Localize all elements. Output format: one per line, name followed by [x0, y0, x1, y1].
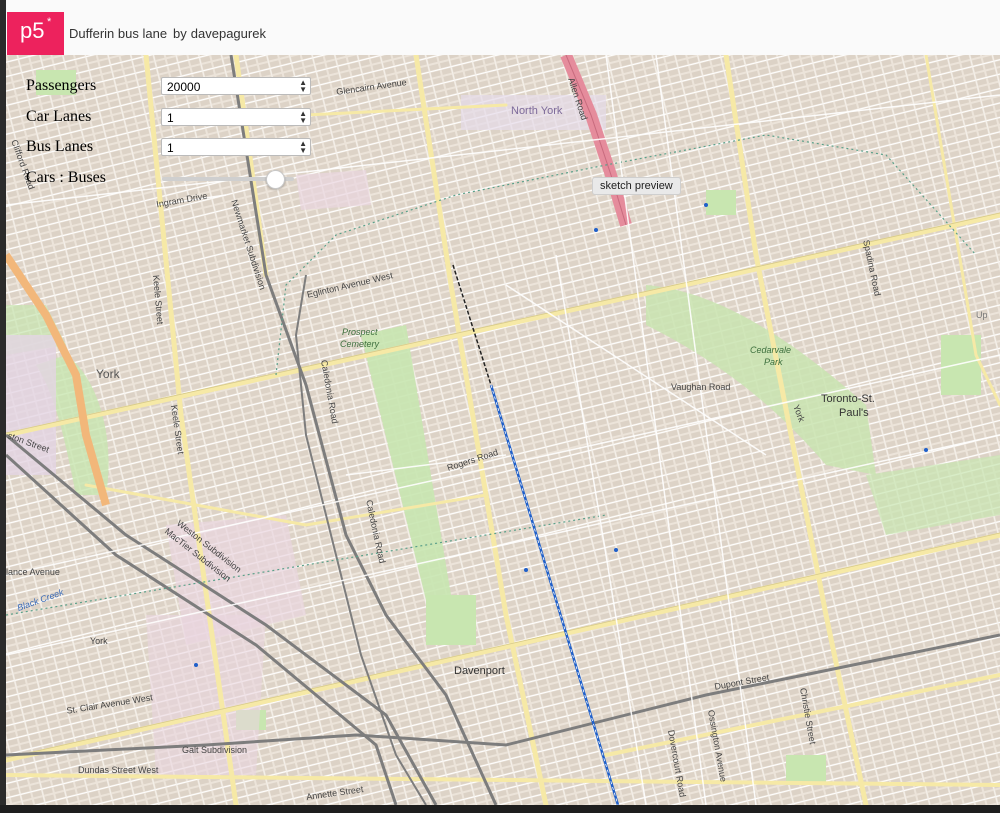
p5-editor-header: p5 * Dufferin bus lane by davepagurek — [6, 0, 1000, 56]
cars-buses-slider[interactable] — [162, 170, 294, 189]
map-label-lance-avenue: lance Avenue — [6, 567, 60, 577]
map-label-cedarvale: Cedarvale — [750, 345, 792, 355]
passengers-label: Passengers — [26, 77, 97, 94]
ratio-label: Cars : Buses — [26, 169, 106, 186]
map-label-park: Park — [764, 357, 783, 367]
bottom-terminal-strip — [0, 805, 1000, 813]
sketch-title-bar: Dufferin bus lane by davepagurek — [69, 26, 266, 41]
car-lanes-value: 1 — [167, 111, 174, 125]
passengers-input[interactable]: 20000 ▲ ▼ — [161, 77, 311, 95]
p5-logo[interactable]: p5 * — [7, 12, 64, 55]
logo-star: * — [47, 16, 52, 28]
map-label-up: Up — [976, 310, 988, 320]
logo-text: p5 — [20, 18, 45, 43]
bus-lanes-label: Bus Lanes — [26, 138, 94, 155]
browser-window: p5 * Dufferin bus lane by davepagurek Gl… — [6, 0, 1000, 805]
passengers-spinner-icon[interactable]: ▲ ▼ — [299, 79, 307, 94]
map-label-davenport: Davenport — [454, 665, 505, 677]
sketch-preview-tooltip: sketch preview — [592, 177, 681, 195]
map-label-york-left: York — [90, 636, 108, 646]
bus-lanes-spinner-icon[interactable]: ▲ ▼ — [299, 140, 307, 155]
map-label-cemetery: Cemetery — [340, 339, 380, 349]
slider-knob[interactable] — [265, 170, 285, 189]
map-label-vaughan: Vaughan Road — [671, 382, 731, 392]
map-label-prospect: Prospect — [342, 327, 378, 337]
passengers-value: 20000 — [167, 80, 201, 94]
map-svg — [6, 55, 1000, 805]
car-lanes-spinner-icon[interactable]: ▲ ▼ — [299, 110, 307, 125]
map-label-york: York — [96, 367, 120, 381]
map-label-pauls: Paul's — [839, 407, 869, 419]
map-label-north-york: North York — [511, 105, 563, 117]
author-link[interactable]: davepagurek — [191, 26, 266, 41]
car-lanes-input[interactable]: 1 ▲ ▼ — [161, 108, 311, 126]
by-label: by — [173, 26, 187, 41]
sketch-title[interactable]: Dufferin bus lane — [69, 26, 167, 41]
bus-lanes-input[interactable]: 1 ▲ ▼ — [161, 138, 311, 156]
bus-lanes-value: 1 — [167, 141, 174, 155]
map-canvas[interactable]: Glencairn Avenue North York Allen Road I… — [6, 55, 1000, 805]
map-label-galt: Galt Subdivision — [182, 745, 248, 755]
map-label-toronto-st: Toronto-St. — [821, 393, 875, 405]
map-label-dundas: Dundas Street West — [78, 765, 159, 775]
car-lanes-label: Car Lanes — [26, 108, 92, 125]
